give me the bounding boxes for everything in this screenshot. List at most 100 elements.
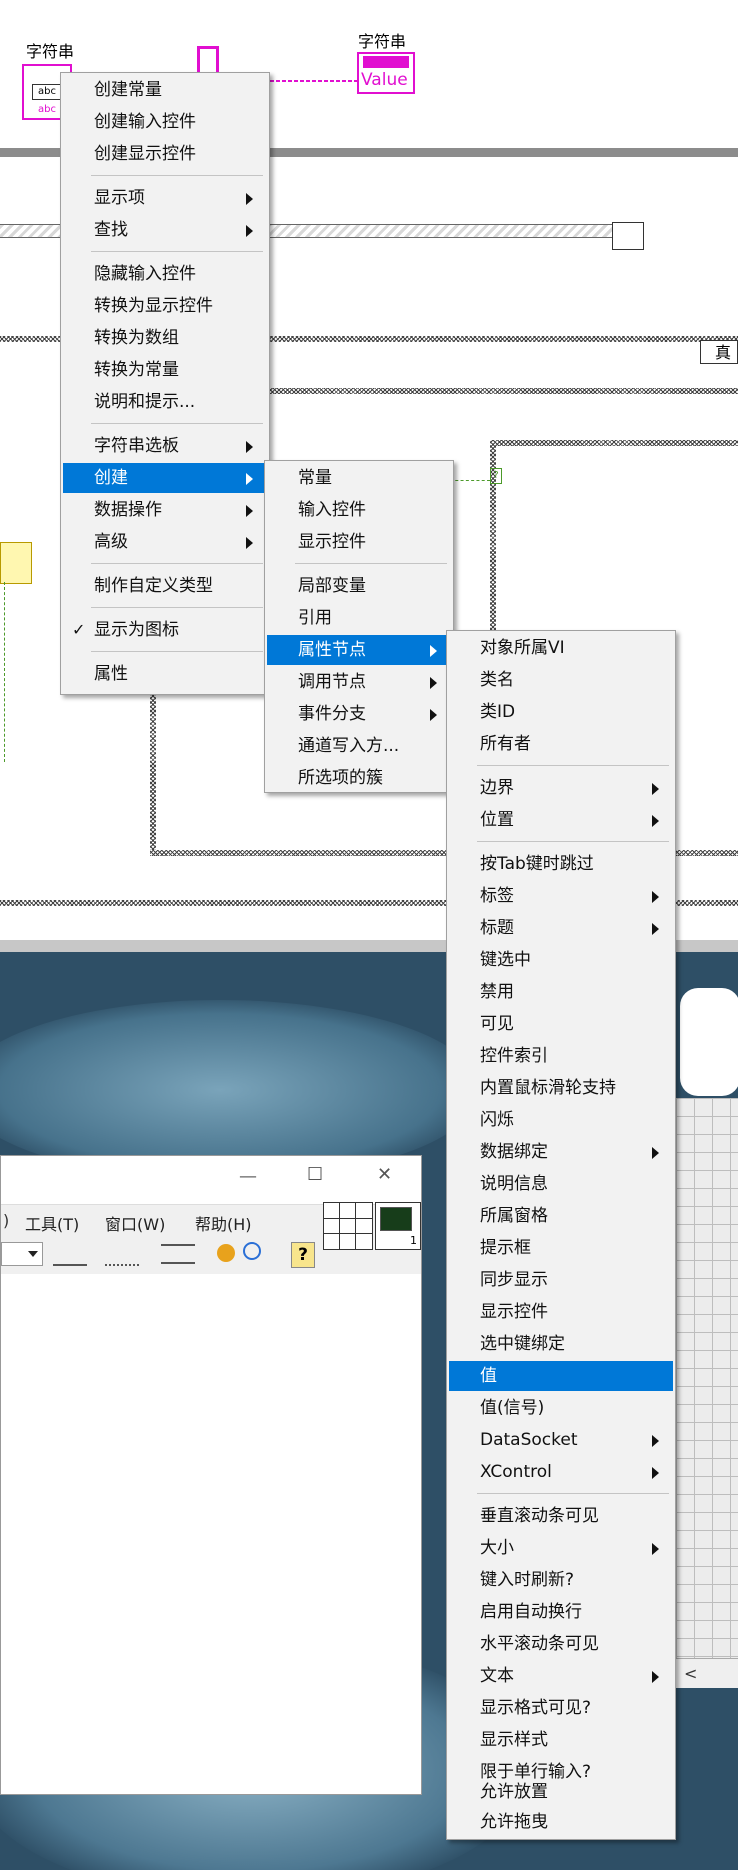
menu-item-vertical-scrollbar-visible[interactable]: 垂直滚动条可见 bbox=[449, 1501, 673, 1531]
menu-item-display-style-visible[interactable]: 显示格式可见? bbox=[449, 1693, 673, 1723]
menu-item-create-constant[interactable]: 创建常量 bbox=[63, 75, 267, 105]
labview-window: — ☐ ✕ ) 工具(T) 窗口(W) 帮助(H) ? 1 bbox=[0, 1155, 422, 1795]
connector-pane-icon[interactable] bbox=[323, 1202, 373, 1250]
menu-item-class-id[interactable]: 类ID bbox=[449, 697, 673, 727]
cluster-node[interactable] bbox=[0, 542, 32, 584]
menu-item-blinking[interactable]: 闪烁 bbox=[449, 1105, 673, 1135]
menu-item-description[interactable]: 说明信息 bbox=[449, 1169, 673, 1199]
maximize-button[interactable]: ☐ bbox=[307, 1164, 323, 1185]
menu-item-make-typedef[interactable]: 制作自定义类型 bbox=[63, 571, 267, 601]
menu-item-xcontrol[interactable]: XControl bbox=[449, 1457, 673, 1487]
menu-item-indicator-prop[interactable]: 显示控件 bbox=[449, 1297, 673, 1327]
menu-item-label: 高级 bbox=[94, 532, 128, 552]
submenu-arrow-icon bbox=[652, 783, 659, 795]
menu-item-control[interactable]: 输入控件 bbox=[267, 495, 451, 525]
menu-item-allow-drop[interactable]: 允许放置 bbox=[449, 1777, 673, 1807]
font-dropdown[interactable] bbox=[1, 1242, 43, 1266]
menu-item-value-signaling[interactable]: 值(信号) bbox=[449, 1393, 673, 1423]
horizontal-scroll-left-button[interactable]: < bbox=[676, 1658, 738, 1688]
distribute-objects-icon[interactable] bbox=[105, 1244, 139, 1266]
property-node-submenu: 对象所属VI 类名 类ID 所有者 边界 位置 按Tab键时跳过 标签 标题 键… bbox=[446, 630, 676, 1840]
menu-item-control-index[interactable]: 控件索引 bbox=[449, 1041, 673, 1071]
menu-item-label: 键入时刷新? bbox=[480, 1570, 575, 1590]
menu-item-label: 值(信号) bbox=[480, 1398, 545, 1418]
menu-item-visible[interactable]: 可见 bbox=[449, 1009, 673, 1039]
menu-item-value[interactable]: 值 bbox=[449, 1361, 673, 1391]
menu-item-label: DataSocket bbox=[480, 1430, 578, 1450]
menu-separator bbox=[91, 251, 263, 252]
menu-item-data-operations[interactable]: 数据操作 bbox=[63, 495, 267, 525]
case-selector-true[interactable]: 真 bbox=[700, 340, 738, 364]
menu-item-horizontal-scrollbar-visible[interactable]: 水平滚动条可见 bbox=[449, 1629, 673, 1659]
menu-item-allow-drag[interactable]: 允许拖曳 bbox=[449, 1807, 673, 1835]
menu-item-local-variable[interactable]: 局部变量 bbox=[267, 571, 451, 601]
menu-item-view-as-icon[interactable]: ✓ 显示为图标 bbox=[63, 615, 267, 645]
menu-item-synchronous-display[interactable]: 同步显示 bbox=[449, 1265, 673, 1295]
menu-item-change-to-indicator[interactable]: 转换为显示控件 bbox=[63, 291, 267, 321]
menu-item-size[interactable]: 大小 bbox=[449, 1533, 673, 1563]
menu-item-string-palette[interactable]: 字符串选板 bbox=[63, 431, 267, 461]
menu-item-hide-control[interactable]: 隐藏输入控件 bbox=[63, 259, 267, 289]
align-objects-icon[interactable] bbox=[53, 1244, 87, 1266]
menu-item-channel-writer[interactable]: 通道写入方... bbox=[267, 731, 451, 761]
boolean-wire-2 bbox=[450, 480, 490, 482]
menu-item-change-to-constant[interactable]: 转换为常量 bbox=[63, 355, 267, 385]
menu-item-owning-pane[interactable]: 所属窗格 bbox=[449, 1201, 673, 1231]
menu-item-update-while-typing[interactable]: 键入时刷新? bbox=[449, 1565, 673, 1595]
menu-item-owner[interactable]: 所有者 bbox=[449, 729, 673, 759]
context-help-icon[interactable]: ? bbox=[291, 1242, 315, 1268]
menu-item-tip-strip[interactable]: 提示框 bbox=[449, 1233, 673, 1263]
menu-item-reference[interactable]: 引用 bbox=[267, 603, 451, 633]
front-panel-canvas[interactable] bbox=[1, 1274, 421, 1794]
minimize-button[interactable]: — bbox=[239, 1166, 257, 1187]
menu-item-properties[interactable]: 属性 bbox=[63, 659, 267, 689]
value-property-node[interactable]: Value bbox=[357, 52, 415, 94]
menu-separator bbox=[477, 1493, 669, 1494]
menu-item-disabled[interactable]: 禁用 bbox=[449, 977, 673, 1007]
reorder-icon[interactable] bbox=[217, 1244, 235, 1262]
menu-item-mouse-wheel-support[interactable]: 内置鼠标滑轮支持 bbox=[449, 1073, 673, 1103]
chevron-down-icon bbox=[28, 1251, 38, 1257]
menu-item-event-case[interactable]: 事件分支 bbox=[267, 699, 451, 729]
menu-tools[interactable]: 工具(T) bbox=[25, 1211, 79, 1235]
close-button[interactable]: ✕ bbox=[377, 1164, 392, 1185]
menu-item-label-prop[interactable]: 标签 bbox=[449, 881, 673, 911]
menu-item-advanced[interactable]: 高级 bbox=[63, 527, 267, 557]
menu-item-visible-items[interactable]: 显示项 bbox=[63, 183, 267, 213]
menu-item-label: 属性节点 bbox=[298, 640, 366, 660]
menu-item-key-focus[interactable]: 键选中 bbox=[449, 945, 673, 975]
menu-item-key-navigation[interactable]: 选中键绑定 bbox=[449, 1329, 673, 1359]
menu-item-datasocket[interactable]: DataSocket bbox=[449, 1425, 673, 1455]
menu-item-owning-vi[interactable]: 对象所属VI bbox=[449, 633, 673, 663]
search-icon[interactable] bbox=[243, 1242, 261, 1260]
menu-item-cluster-of-selected[interactable]: 所选项的簇 bbox=[267, 763, 451, 793]
sequence-selector[interactable] bbox=[612, 222, 644, 250]
menu-item-position[interactable]: 位置 bbox=[449, 805, 673, 835]
menu-item-display-style[interactable]: 显示样式 bbox=[449, 1725, 673, 1755]
menu-item-caption[interactable]: 标题 bbox=[449, 913, 673, 943]
menu-item-create-indicator[interactable]: 创建显示控件 bbox=[63, 139, 267, 169]
menu-item-property-node[interactable]: 属性节点 bbox=[267, 635, 451, 665]
menu-item-create[interactable]: 创建 bbox=[63, 463, 267, 493]
menu-item-label: 显示项 bbox=[94, 188, 145, 208]
menu-item-constant[interactable]: 常量 bbox=[267, 463, 451, 493]
menu-item-create-control[interactable]: 创建输入控件 bbox=[63, 107, 267, 137]
menu-item-label: 引用 bbox=[298, 608, 332, 628]
menu-item-class-name[interactable]: 类名 bbox=[449, 665, 673, 695]
vi-icon[interactable]: 1 bbox=[375, 1202, 421, 1250]
menu-item-description-tip[interactable]: 说明和提示... bbox=[63, 387, 267, 417]
resize-objects-icon[interactable] bbox=[161, 1244, 195, 1264]
menu-item-invoke-node[interactable]: 调用节点 bbox=[267, 667, 451, 697]
menu-item-text[interactable]: 文本 bbox=[449, 1661, 673, 1691]
menu-item-skip-on-tab[interactable]: 按Tab键时跳过 bbox=[449, 849, 673, 879]
menu-item-find[interactable]: 查找 bbox=[63, 215, 267, 245]
menu-item-label: 数据操作 bbox=[94, 500, 162, 520]
menu-help[interactable]: 帮助(H) bbox=[195, 1211, 252, 1235]
menu-item-data-binding[interactable]: 数据绑定 bbox=[449, 1137, 673, 1167]
menu-window[interactable]: 窗口(W) bbox=[105, 1211, 165, 1235]
menu-item-bounds[interactable]: 边界 bbox=[449, 773, 673, 803]
menu-item-word-wrap[interactable]: 启用自动换行 bbox=[449, 1597, 673, 1627]
menu-item-label: 键选中 bbox=[480, 950, 531, 970]
menu-item-indicator[interactable]: 显示控件 bbox=[267, 527, 451, 557]
menu-item-change-to-array[interactable]: 转换为数组 bbox=[63, 323, 267, 353]
